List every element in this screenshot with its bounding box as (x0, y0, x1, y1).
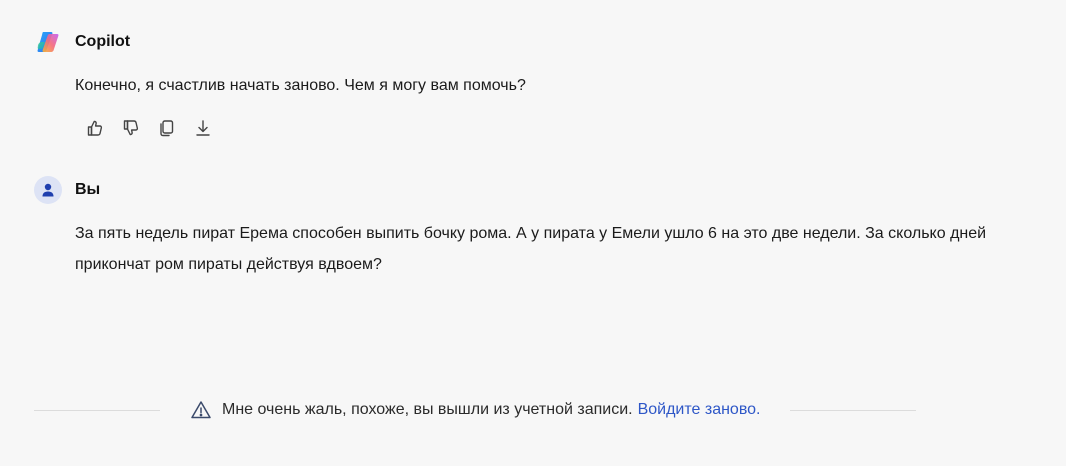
sender-name: Вы (75, 181, 101, 198)
copilot-message: Copilot Конечно, я счастлив начать занов… (34, 28, 1034, 143)
divider (790, 409, 917, 411)
message-actions (80, 113, 1034, 143)
warning-icon (190, 399, 212, 421)
download-icon (196, 120, 210, 136)
divider (34, 409, 160, 411)
download-button[interactable] (188, 113, 218, 143)
like-button[interactable] (80, 113, 110, 143)
dislike-button[interactable] (116, 113, 146, 143)
copilot-logo-icon (34, 28, 62, 56)
message-header: Вы (34, 176, 1034, 204)
thumbs-up-icon (87, 120, 103, 136)
message-header: Copilot (34, 28, 1034, 56)
copy-button[interactable] (152, 113, 182, 143)
copy-icon (160, 120, 174, 137)
signed-out-notice: Мне очень жаль, похоже, вы вышли из учет… (34, 396, 980, 424)
message-text: За пять недель пират Ерема способен выпи… (75, 225, 987, 273)
message-text: Конечно, я счастлив начать заново. Чем я… (75, 77, 526, 94)
notice-content: Мне очень жаль, похоже, вы вышли из учет… (160, 399, 790, 421)
chat-conversation: Copilot Конечно, я счастлив начать занов… (0, 0, 1066, 466)
thumbs-down-icon (123, 120, 139, 136)
user-avatar-icon (34, 176, 62, 204)
sign-in-link[interactable]: Войдите заново. (638, 401, 761, 419)
user-message: Вы За пять недель пират Ерема способен в… (34, 176, 1034, 280)
sender-name: Copilot (75, 33, 131, 50)
notice-text: Мне очень жаль, похоже, вы вышли из учет… (222, 401, 633, 418)
